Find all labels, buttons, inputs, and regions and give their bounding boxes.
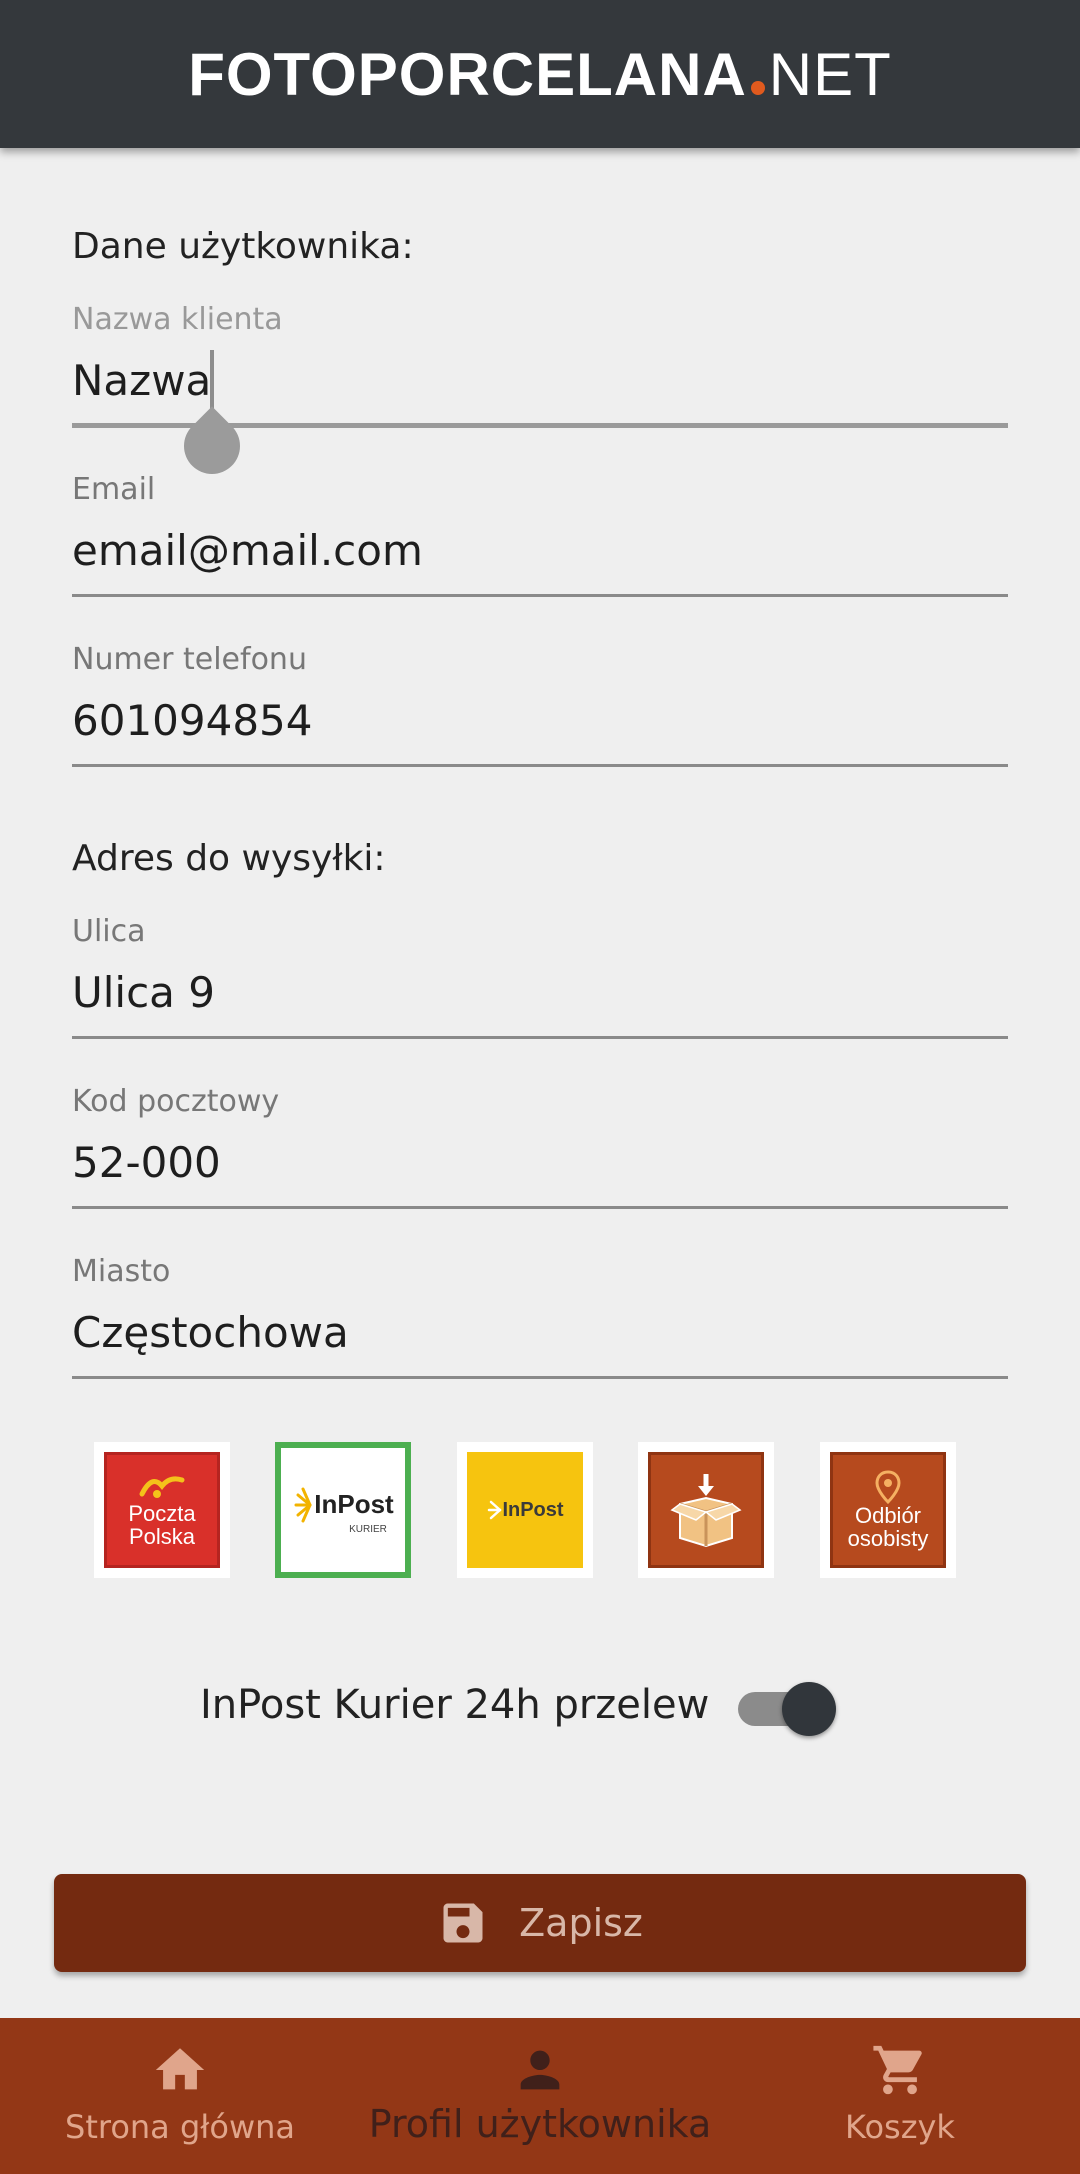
bottom-navigation: Strona główna Profil użytkownika Koszyk xyxy=(0,2018,1080,2174)
package-icon xyxy=(670,1474,742,1548)
poczta-polska-logo: Poczta Polska xyxy=(104,1452,220,1568)
postal-code-input[interactable] xyxy=(72,1132,1008,1192)
street-field[interactable]: Ulica xyxy=(72,914,1008,1084)
city-label: Miasto xyxy=(72,1254,171,1289)
app-header: FOTOPORCELANA NET xyxy=(0,0,1080,148)
city-field[interactable]: Miasto xyxy=(72,1254,1008,1424)
paczka-logo xyxy=(648,1452,764,1568)
poczta-line2: Polska xyxy=(128,1524,196,1549)
phone-input[interactable] xyxy=(72,690,1008,750)
carrier-inpost-kurier[interactable]: InPost KURIER xyxy=(275,1442,411,1578)
home-icon xyxy=(151,2040,209,2100)
city-input[interactable] xyxy=(72,1302,1008,1362)
toggle-thumb xyxy=(782,1682,836,1736)
carrier-paczka[interactable] xyxy=(638,1442,774,1578)
save-icon xyxy=(437,1897,489,1949)
street-label: Ulica xyxy=(72,914,146,949)
nav-home[interactable]: Strona główna xyxy=(0,2018,360,2174)
poczta-horn-icon xyxy=(139,1476,185,1498)
poczta-line1: Poczta xyxy=(128,1500,196,1526)
logo-tld-text: NET xyxy=(768,40,892,108)
city-underline xyxy=(72,1376,1008,1379)
inpost-kurier-sub: KURIER xyxy=(349,1523,387,1535)
logo-dot xyxy=(750,80,765,95)
carrier-inpost-paczkomaty[interactable]: InPost xyxy=(457,1442,593,1578)
client-name-label: Nazwa klienta xyxy=(72,302,283,337)
street-underline xyxy=(72,1036,1008,1039)
email-input[interactable] xyxy=(72,520,1008,580)
user-section-title: Dane użytkownika: xyxy=(72,226,414,267)
phone-label: Numer telefonu xyxy=(72,642,307,677)
location-pin-icon xyxy=(875,1470,901,1504)
carrier-poczta-polska[interactable]: Poczta Polska xyxy=(94,1442,230,1578)
text-cursor xyxy=(210,350,214,410)
logo: FOTOPORCELANA NET xyxy=(188,40,892,109)
nav-cart-label: Koszyk xyxy=(845,2108,955,2146)
email-underline xyxy=(72,594,1008,597)
postal-code-label: Kod pocztowy xyxy=(72,1084,280,1119)
phone-underline xyxy=(72,764,1008,767)
nav-profile[interactable]: Profil użytkownika xyxy=(360,2018,720,2174)
shipping-section-title: Adres do wysyłki: xyxy=(72,838,386,879)
inpost-paczkomat-sun-icon xyxy=(488,1500,502,1520)
inpost-paczkomaty-logo: InPost xyxy=(467,1452,583,1568)
shipping-option-toggle[interactable] xyxy=(734,1682,836,1736)
nav-home-label: Strona główna xyxy=(65,2108,295,2146)
shipping-option-label: InPost Kurier 24h przelew xyxy=(200,1682,710,1728)
postal-code-underline xyxy=(72,1206,1008,1209)
email-label: Email xyxy=(72,472,156,507)
phone-field[interactable]: Numer telefonu xyxy=(72,642,1008,812)
postal-code-field[interactable]: Kod pocztowy xyxy=(72,1084,1008,1254)
cart-icon xyxy=(871,2040,929,2100)
odbior-line1: Odbiór xyxy=(854,1502,922,1528)
inpost-kurier-logo: InPost KURIER xyxy=(285,1452,401,1568)
carrier-odbior-osobisty[interactable]: Odbiór osobisty xyxy=(820,1442,956,1578)
save-button[interactable]: Zapisz xyxy=(54,1874,1026,1972)
inpost-sun-icon xyxy=(294,1487,312,1523)
person-icon xyxy=(511,2040,569,2100)
inpost-paczkomat-text: InPost xyxy=(502,1498,564,1521)
nav-profile-label: Profil użytkownika xyxy=(368,2102,712,2146)
odbior-osobisty-logo: Odbiór osobisty xyxy=(830,1452,946,1568)
street-input[interactable] xyxy=(72,962,1008,1022)
odbior-line2: osobisty xyxy=(847,1526,929,1551)
save-button-label: Zapisz xyxy=(519,1901,643,1945)
email-field[interactable]: Email xyxy=(72,472,1008,642)
logo-main-text: FOTOPORCELANA xyxy=(188,40,747,108)
inpost-kurier-text: InPost xyxy=(314,1489,394,1520)
nav-cart[interactable]: Koszyk xyxy=(720,2018,1080,2174)
